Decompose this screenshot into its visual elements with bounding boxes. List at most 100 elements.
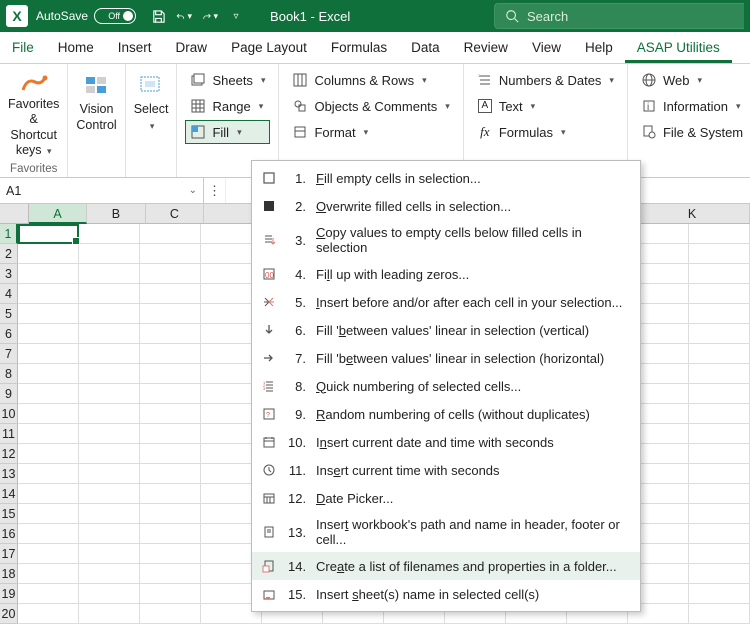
row-header-1[interactable]: 1	[0, 224, 18, 244]
row-header[interactable]: 4	[0, 284, 18, 304]
fill-button[interactable]: Fill▾	[185, 120, 270, 144]
row-header[interactable]: 13	[0, 464, 18, 484]
chevron-down-icon[interactable]: ⌄	[189, 185, 197, 196]
toggle-switch[interactable]: Off	[94, 8, 136, 24]
menu-item-12[interactable]: 12.Date Picker...	[252, 484, 640, 512]
web-button[interactable]: Web▾	[636, 68, 748, 92]
sheets-button[interactable]: Sheets▾	[185, 68, 270, 92]
row-header[interactable]: 11	[0, 424, 18, 444]
tab-file[interactable]: File	[0, 34, 46, 63]
row-header[interactable]: 10	[0, 404, 18, 424]
row-header[interactable]: 6	[0, 324, 18, 344]
tab-view[interactable]: View	[520, 34, 573, 63]
columns-rows-icon	[292, 72, 308, 88]
menu-item-4[interactable]: 004.Fill up with leading zeros...	[252, 260, 640, 288]
information-button[interactable]: iInformation▾	[636, 94, 748, 118]
title-bar: X AutoSave Off ▾ ▾ ▿ Book1 - Excel Searc…	[0, 0, 750, 32]
select-icon[interactable]	[135, 72, 167, 100]
row-header[interactable]: 20	[0, 604, 18, 624]
col-header-a[interactable]: A	[29, 204, 87, 224]
menu-item-icon	[260, 349, 278, 367]
undo-icon[interactable]: ▾	[176, 8, 192, 24]
vision-control-label[interactable]: Vision Control	[76, 102, 116, 133]
favorites-icon[interactable]	[18, 72, 50, 95]
svg-text:?: ?	[266, 412, 270, 419]
tab-formulas[interactable]: Formulas	[319, 34, 399, 63]
tab-asap-utilities[interactable]: ASAP Utilities	[625, 34, 732, 63]
qat-more-icon[interactable]: ▿	[228, 8, 244, 24]
menu-item-5[interactable]: 5.Insert before and/or after each cell i…	[252, 288, 640, 316]
tab-data[interactable]: Data	[399, 34, 452, 63]
row-header[interactable]: 9	[0, 384, 18, 404]
tab-review[interactable]: Review	[452, 34, 520, 63]
tab-insert[interactable]: Insert	[106, 34, 164, 63]
search-box[interactable]: Search	[494, 3, 744, 29]
menu-item-icon	[260, 557, 278, 575]
redo-icon[interactable]: ▾	[202, 8, 218, 24]
row-header[interactable]: 3	[0, 264, 18, 284]
menu-item-10[interactable]: 10.Insert current date and time with sec…	[252, 428, 640, 456]
tab-help[interactable]: Help	[573, 34, 625, 63]
row-header[interactable]: 5	[0, 304, 18, 324]
file-system-button[interactable]: File & System	[636, 120, 748, 144]
svg-text:3: 3	[263, 386, 266, 391]
menu-item-icon	[260, 321, 278, 339]
row-header[interactable]: 17	[0, 544, 18, 564]
text-button[interactable]: AText▾	[472, 94, 619, 118]
row-header[interactable]: 15	[0, 504, 18, 524]
columns-rows-button[interactable]: Columns & Rows▾	[287, 68, 454, 92]
name-box[interactable]: A1 ⌄	[0, 178, 204, 203]
select-all-corner[interactable]	[0, 204, 29, 224]
objects-comments-button[interactable]: Objects & Comments▾	[287, 94, 454, 118]
svg-text:00: 00	[265, 271, 274, 280]
menu-item-icon	[260, 523, 278, 541]
menu-item-3[interactable]: 3.Copy values to empty cells below fille…	[252, 220, 640, 260]
favorites-label[interactable]: Favorites & Shortcut keys ▾	[8, 97, 59, 160]
save-icon[interactable]	[150, 8, 166, 24]
select-label[interactable]: Select▾	[134, 102, 169, 133]
tab-page-layout[interactable]: Page Layout	[219, 34, 319, 63]
numbers-icon: 1	[477, 72, 493, 88]
menu-item-15[interactable]: 15.Insert sheet(s) name in selected cell…	[252, 580, 640, 608]
col-header-b[interactable]: B	[87, 204, 145, 224]
menu-item-icon	[260, 461, 278, 479]
row-header[interactable]: 12	[0, 444, 18, 464]
menu-item-2[interactable]: 2.Overwrite filled cells in selection...	[252, 192, 640, 220]
row-header[interactable]: 16	[0, 524, 18, 544]
menu-item-9[interactable]: ?9.Random numbering of cells (without du…	[252, 400, 640, 428]
ribbon-tabs: File Home Insert Draw Page Layout Formul…	[0, 32, 750, 64]
ribbon-group-select: Select▾	[126, 64, 178, 177]
tab-draw[interactable]: Draw	[164, 34, 220, 63]
menu-item-7[interactable]: 7.Fill 'between values' linear in select…	[252, 344, 640, 372]
menu-item-icon	[260, 169, 278, 187]
tab-home[interactable]: Home	[46, 34, 106, 63]
menu-item-icon	[260, 231, 278, 249]
row-header[interactable]: 2	[0, 244, 18, 264]
menu-item-11[interactable]: 11.Insert current time with seconds	[252, 456, 640, 484]
menu-item-icon: ?	[260, 405, 278, 423]
row-header[interactable]: 19	[0, 584, 18, 604]
menu-item-8[interactable]: 1238.Quick numbering of selected cells..…	[252, 372, 640, 400]
menu-item-6[interactable]: 6.Fill 'between values' linear in select…	[252, 316, 640, 344]
vision-control-icon[interactable]	[81, 72, 113, 100]
formulas-button[interactable]: fxFormulas▾	[472, 120, 619, 144]
row-header[interactable]: 8	[0, 364, 18, 384]
menu-item-14[interactable]: 14.Create a list of filenames and proper…	[252, 552, 640, 580]
autosave-toggle[interactable]: AutoSave Off	[36, 8, 136, 24]
row-header[interactable]: 14	[0, 484, 18, 504]
row-header[interactable]: 18	[0, 564, 18, 584]
range-button[interactable]: Range▾	[185, 94, 270, 118]
menu-item-icon: 123	[260, 377, 278, 395]
file-system-icon	[641, 124, 657, 140]
menu-item-icon	[260, 585, 278, 603]
document-title: Book1 - Excel	[270, 9, 350, 24]
menu-item-13[interactable]: 13.Insert workbook's path and name in he…	[252, 512, 640, 552]
numbers-dates-button[interactable]: 1Numbers & Dates▾	[472, 68, 619, 92]
row-header[interactable]: 7	[0, 344, 18, 364]
col-header-c[interactable]: C	[146, 204, 204, 224]
fx-area[interactable]: ⋮	[204, 178, 226, 203]
format-button[interactable]: Format▾	[287, 120, 454, 144]
menu-item-icon	[260, 489, 278, 507]
col-header-k[interactable]: K	[635, 204, 750, 224]
menu-item-1[interactable]: 1.Fill empty cells in selection...	[252, 164, 640, 192]
